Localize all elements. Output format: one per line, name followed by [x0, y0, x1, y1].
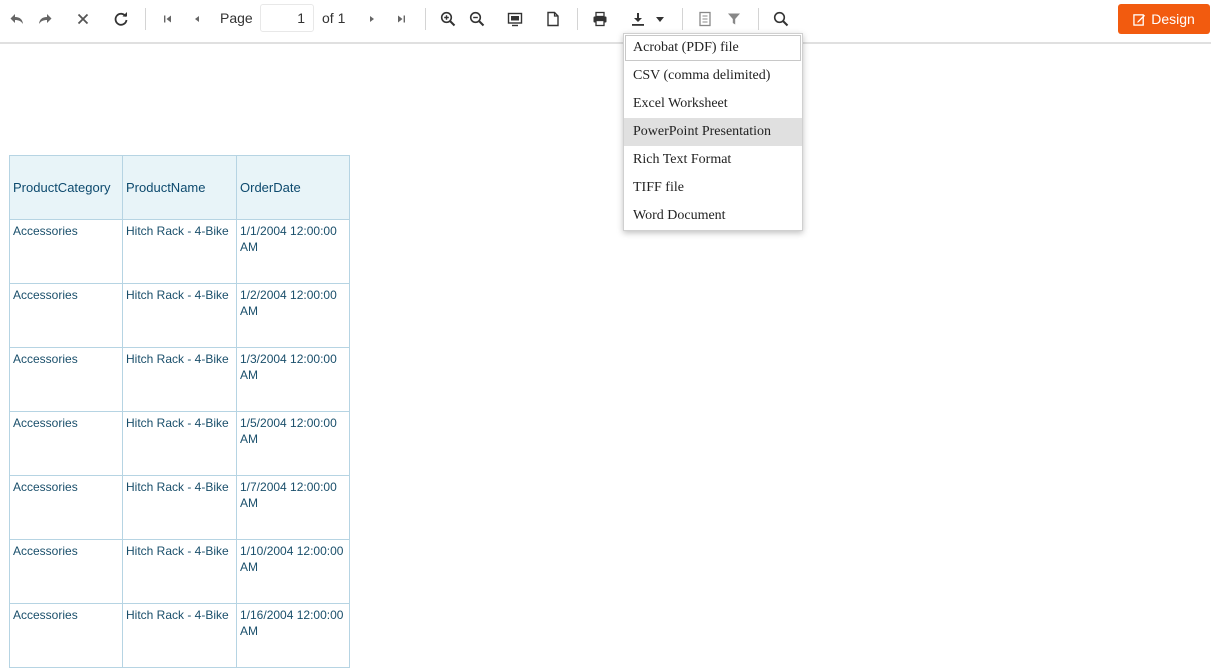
table-cell: Accessories [9, 219, 123, 284]
zoom-in-icon[interactable] [435, 6, 461, 32]
design-button[interactable]: Design [1118, 4, 1210, 34]
column-header: ProductCategory [9, 155, 123, 220]
table-row: Accessories Hitch Rack - 4-Bike 1/1/2004… [9, 219, 350, 284]
zoom-out-icon[interactable] [464, 6, 490, 32]
table-cell: Accessories [9, 347, 123, 412]
table-cell: Hitch Rack - 4-Bike [122, 411, 237, 476]
table-cell: 1/5/2004 12:00:00 AM [236, 411, 350, 476]
toolbar-separator [145, 8, 146, 30]
close-icon[interactable] [70, 6, 96, 32]
menu-item-excel[interactable]: Excel Worksheet [624, 90, 802, 118]
first-page-icon[interactable] [155, 6, 181, 32]
toolbar-separator [577, 8, 578, 30]
table-row: Accessories Hitch Rack - 4-Bike 1/7/2004… [9, 475, 350, 540]
undo-icon[interactable] [4, 6, 30, 32]
menu-item-pdf[interactable]: Acrobat (PDF) file [625, 35, 801, 61]
report-table: ProductCategory ProductName OrderDate Ac… [9, 155, 350, 668]
document-map-icon[interactable] [692, 6, 718, 32]
column-header: OrderDate [236, 155, 350, 220]
table-cell: Accessories [9, 603, 123, 668]
table-cell: 1/7/2004 12:00:00 AM [236, 475, 350, 540]
page-count-label: of 1 [322, 10, 346, 26]
export-format-menu: Acrobat (PDF) file CSV (comma delimited)… [623, 33, 803, 231]
table-row: Accessories Hitch Rack - 4-Bike 1/3/2004… [9, 347, 350, 412]
design-button-label: Design [1151, 11, 1195, 27]
menu-item-tiff[interactable]: TIFF file [624, 174, 802, 202]
page-number-input[interactable] [260, 4, 314, 32]
table-cell: Hitch Rack - 4-Bike [122, 475, 237, 540]
refresh-icon[interactable] [108, 6, 134, 32]
next-page-icon[interactable] [359, 6, 385, 32]
fit-page-icon[interactable] [502, 6, 528, 32]
last-page-icon[interactable] [388, 6, 414, 32]
table-row: Accessories Hitch Rack - 4-Bike 1/5/2004… [9, 411, 350, 476]
column-header: ProductName [122, 155, 237, 220]
table-row: Accessories Hitch Rack - 4-Bike 1/2/2004… [9, 283, 350, 348]
toolbar-separator [758, 8, 759, 30]
search-icon[interactable] [768, 6, 794, 32]
edit-icon [1133, 13, 1146, 26]
table-cell: 1/3/2004 12:00:00 AM [236, 347, 350, 412]
table-cell: 1/2/2004 12:00:00 AM [236, 283, 350, 348]
table-cell: 1/16/2004 12:00:00 AM [236, 603, 350, 668]
table-cell: 1/1/2004 12:00:00 AM [236, 219, 350, 284]
table-cell: Hitch Rack - 4-Bike [122, 347, 237, 412]
prev-page-icon[interactable] [184, 6, 210, 32]
table-cell: Hitch Rack - 4-Bike [122, 603, 237, 668]
report-viewer-toolbar: Page of 1 Design [0, 0, 1211, 44]
table-cell: Hitch Rack - 4-Bike [122, 219, 237, 284]
table-row: Accessories Hitch Rack - 4-Bike 1/16/200… [9, 603, 350, 668]
table-cell: Accessories [9, 411, 123, 476]
menu-item-powerpoint[interactable]: PowerPoint Presentation [624, 118, 802, 146]
filter-icon[interactable] [721, 6, 747, 32]
table-header-row: ProductCategory ProductName OrderDate [9, 155, 350, 220]
toolbar-separator [682, 8, 683, 30]
menu-item-word[interactable]: Word Document [624, 202, 802, 230]
chevron-down-icon[interactable] [647, 6, 673, 32]
table-cell: Accessories [9, 475, 123, 540]
table-cell: 1/10/2004 12:00:00 AM [236, 539, 350, 604]
redo-icon[interactable] [32, 6, 58, 32]
page-label: Page [220, 10, 253, 26]
toolbar-separator [425, 8, 426, 30]
menu-item-csv[interactable]: CSV (comma delimited) [624, 62, 802, 90]
table-cell: Accessories [9, 539, 123, 604]
table-row: Accessories Hitch Rack - 4-Bike 1/10/200… [9, 539, 350, 604]
table-cell: Accessories [9, 283, 123, 348]
page-setup-icon[interactable] [540, 6, 566, 32]
menu-item-rtf[interactable]: Rich Text Format [624, 146, 802, 174]
table-cell: Hitch Rack - 4-Bike [122, 283, 237, 348]
print-icon[interactable] [587, 6, 613, 32]
table-cell: Hitch Rack - 4-Bike [122, 539, 237, 604]
